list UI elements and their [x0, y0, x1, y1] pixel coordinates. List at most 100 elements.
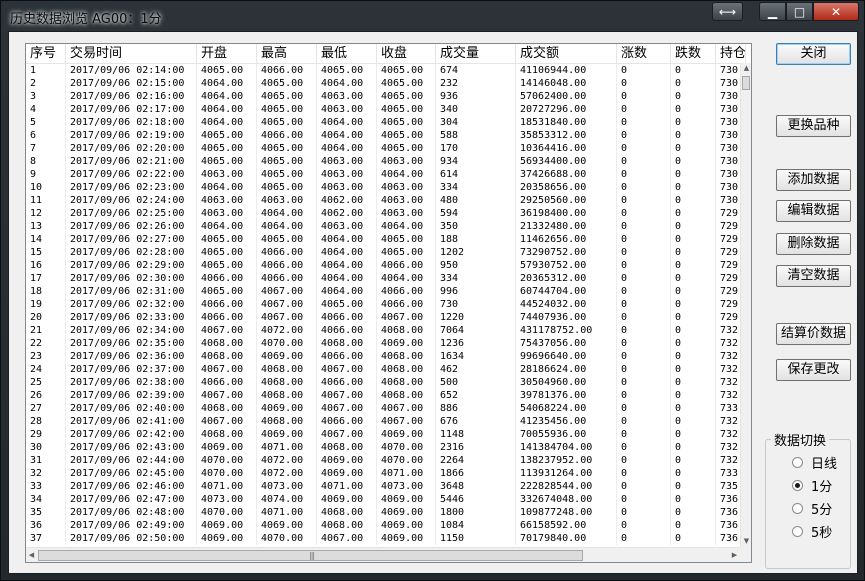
table-row[interactable]: 2 2017/09/06 02:15:00 4064.00 4065.00 4064.0…: [26, 77, 740, 90]
radio-option[interactable]: 1分: [792, 477, 832, 495]
cell-low: 4064.00: [317, 142, 377, 155]
cell-high: 4063.00: [257, 194, 317, 207]
close-button[interactable]: 关闭: [776, 43, 851, 65]
table-row[interactable]: 34 2017/09/06 02:47:00 4073.00 4074.00 4069.…: [26, 493, 740, 506]
table-row[interactable]: 21 2017/09/06 02:34:00 4067.00 4072.00 4066.…: [26, 324, 740, 337]
table-header: 序号 交易时间 开盘 最高 最低 收盘 成交量 成交额 涨数 跌数 持仓: [26, 44, 746, 64]
cell-low: 4064.00: [317, 259, 377, 272]
radio-option[interactable]: 5秒: [792, 523, 832, 541]
switch-symbol-button[interactable]: 更换品种: [776, 115, 851, 137]
table-row[interactable]: 36 2017/09/06 02:49:00 4069.00 4069.00 4068.…: [26, 519, 740, 532]
close-window-button[interactable]: ✕: [813, 2, 859, 21]
column-header-high[interactable]: 最高: [257, 44, 317, 63]
table-row[interactable]: 4 2017/09/06 02:17:00 4064.00 4065.00 4063.0…: [26, 103, 740, 116]
edit-data-button[interactable]: 编辑数据: [776, 200, 851, 222]
cell-close: 4065.00: [377, 64, 436, 77]
cell-down-count: 0: [671, 168, 716, 181]
table-row[interactable]: 19 2017/09/06 02:32:00 4066.00 4067.00 4065.…: [26, 298, 740, 311]
table-row[interactable]: 18 2017/09/06 02:31:00 4065.00 4067.00 4064.…: [26, 285, 740, 298]
table-row[interactable]: 26 2017/09/06 02:39:00 4067.00 4068.00 4067.…: [26, 389, 740, 402]
swap-icon[interactable]: ⟷: [712, 2, 743, 21]
column-header-volume[interactable]: 成交量: [436, 44, 516, 63]
table-row[interactable]: 3 2017/09/06 02:16:00 4064.00 4065.00 4063.0…: [26, 90, 740, 103]
table-row[interactable]: 11 2017/09/06 02:24:00 4063.00 4063.00 4062.…: [26, 194, 740, 207]
column-header-down-count[interactable]: 跌数: [671, 44, 716, 63]
cell-open: 4069.00: [197, 441, 257, 454]
add-data-button[interactable]: 添加数据: [776, 169, 851, 191]
scroll-left-icon[interactable]: ◀: [26, 550, 37, 561]
cell-down-count: 0: [671, 116, 716, 129]
scroll-down-icon[interactable]: ▼: [741, 536, 751, 547]
table-row[interactable]: 6 2017/09/06 02:19:00 4065.00 4066.00 4064.0…: [26, 129, 740, 142]
table-row[interactable]: 7 2017/09/06 02:20:00 4065.00 4065.00 4064.0…: [26, 142, 740, 155]
cell-open-interest: 729: [716, 298, 740, 311]
cell-down-count: 0: [671, 77, 716, 90]
title-bar[interactable]: 历史数据浏览 AG00：1分 ⟷ ▁ □ ✕: [1, 1, 864, 31]
cell-index: 13: [26, 220, 66, 233]
table-row[interactable]: 31 2017/09/06 02:44:00 4070.00 4072.00 4069.…: [26, 454, 740, 467]
table-row[interactable]: 1 2017/09/06 02:14:00 4065.00 4066.00 4065.0…: [26, 64, 740, 77]
cell-up-count: 0: [617, 181, 671, 194]
table-row[interactable]: 25 2017/09/06 02:38:00 4066.00 4068.00 4066.…: [26, 376, 740, 389]
cell-up-count: 0: [617, 337, 671, 350]
cell-close: 4064.00: [377, 272, 436, 285]
radio-button-icon[interactable]: [792, 502, 803, 514]
column-header-up-count[interactable]: 涨数: [617, 44, 671, 63]
table-row[interactable]: 8 2017/09/06 02:21:00 4065.00 4065.00 4063.0…: [26, 155, 740, 168]
clear-data-button[interactable]: 清空数据: [776, 265, 851, 287]
table-row[interactable]: 17 2017/09/06 02:30:00 4066.00 4066.00 4064.…: [26, 272, 740, 285]
table-row[interactable]: 14 2017/09/06 02:27:00 4065.00 4065.00 4064.…: [26, 233, 740, 246]
column-header-amount[interactable]: 成交额: [516, 44, 617, 63]
radio-button-icon[interactable]: [792, 456, 803, 468]
radio-button-icon[interactable]: [792, 479, 803, 491]
table-row[interactable]: 12 2017/09/06 02:25:00 4063.00 4064.00 4062.…: [26, 207, 740, 220]
column-header-close[interactable]: 收盘: [377, 44, 436, 63]
column-header-time[interactable]: 交易时间: [66, 44, 197, 63]
radio-button-icon[interactable]: [792, 525, 803, 537]
cell-close: 4063.00: [377, 155, 436, 168]
horizontal-scroll-thumb[interactable]: |||: [38, 550, 583, 561]
cell-open-interest: 736: [716, 519, 740, 532]
radio-option[interactable]: 日线: [792, 454, 837, 472]
minimize-button[interactable]: ▁: [759, 2, 786, 21]
table-row[interactable]: 9 2017/09/06 02:22:00 4063.00 4065.00 4063.0…: [26, 168, 740, 181]
table-row[interactable]: 23 2017/09/06 02:36:00 4068.00 4069.00 4066.…: [26, 350, 740, 363]
maximize-button[interactable]: □: [786, 2, 813, 21]
table-row[interactable]: 15 2017/09/06 02:28:00 4065.00 4066.00 4064.…: [26, 246, 740, 259]
table-row[interactable]: 10 2017/09/06 02:23:00 4064.00 4065.00 4063.…: [26, 181, 740, 194]
radio-option[interactable]: 5分: [792, 500, 832, 518]
column-header-index[interactable]: 序号: [26, 44, 66, 63]
horizontal-scrollbar[interactable]: ◀ ||| ▶: [26, 547, 740, 562]
cell-amount: 99696640.00: [516, 350, 617, 363]
table-row[interactable]: 24 2017/09/06 02:37:00 4067.00 4068.00 4067.…: [26, 363, 740, 376]
column-header-low[interactable]: 最低: [317, 44, 377, 63]
cell-close: 4065.00: [377, 129, 436, 142]
table-row[interactable]: 28 2017/09/06 02:41:00 4067.00 4068.00 4066.…: [26, 415, 740, 428]
table-row[interactable]: 27 2017/09/06 02:40:00 4068.00 4069.00 4067.…: [26, 402, 740, 415]
scroll-right-icon[interactable]: ▶: [729, 550, 740, 561]
cell-close: 4070.00: [377, 441, 436, 454]
table-row[interactable]: 29 2017/09/06 02:42:00 4068.00 4069.00 4067.…: [26, 428, 740, 441]
vertical-scroll-thumb[interactable]: [742, 76, 750, 90]
table-row[interactable]: 5 2017/09/06 02:18:00 4064.00 4065.00 4064.0…: [26, 116, 740, 129]
table-row[interactable]: 20 2017/09/06 02:33:00 4066.00 4067.00 4066.…: [26, 311, 740, 324]
column-header-open[interactable]: 开盘: [197, 44, 257, 63]
cell-down-count: 0: [671, 90, 716, 103]
save-changes-button[interactable]: 保存更改: [776, 359, 851, 381]
scroll-up-icon[interactable]: ▲: [741, 63, 751, 74]
table-row[interactable]: 22 2017/09/06 02:35:00 4068.00 4070.00 4068.…: [26, 337, 740, 350]
table-row[interactable]: 32 2017/09/06 02:45:00 4070.00 4072.00 4069.…: [26, 467, 740, 480]
settlement-data-button[interactable]: 结算价数据: [776, 323, 851, 345]
column-header-open-interest[interactable]: 持仓: [716, 44, 746, 63]
delete-data-button[interactable]: 删除数据: [776, 233, 851, 255]
cell-open: 4065.00: [197, 233, 257, 246]
table-row[interactable]: 33 2017/09/06 02:46:00 4071.00 4073.00 4071.…: [26, 480, 740, 493]
table-row[interactable]: 30 2017/09/06 02:43:00 4069.00 4071.00 4068.…: [26, 441, 740, 454]
table-row[interactable]: 35 2017/09/06 02:48:00 4070.00 4071.00 4068.…: [26, 506, 740, 519]
table-row[interactable]: 37 2017/09/06 02:50:00 4069.00 4070.00 4067.…: [26, 532, 740, 545]
vertical-scrollbar[interactable]: ▲ ▼: [740, 63, 751, 547]
table-body[interactable]: 1 2017/09/06 02:14:00 4065.00 4066.00 4065.0…: [26, 64, 740, 547]
table-row[interactable]: 13 2017/09/06 02:26:00 4064.00 4064.00 4063.…: [26, 220, 740, 233]
table-row[interactable]: 16 2017/09/06 02:29:00 4065.00 4066.00 4064.…: [26, 259, 740, 272]
data-table[interactable]: 序号 交易时间 开盘 最高 最低 收盘 成交量 成交额 涨数 跌数 持仓 1 2017/09/06 0…: [25, 43, 752, 563]
